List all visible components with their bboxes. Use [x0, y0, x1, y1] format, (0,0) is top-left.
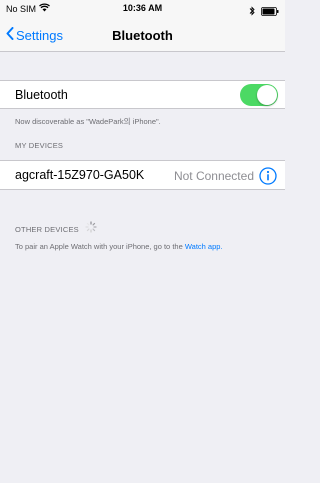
my-devices-header: MY DEVICES	[15, 141, 64, 150]
bluetooth-label: Bluetooth	[15, 88, 68, 102]
page-title: Bluetooth	[112, 28, 173, 43]
navigation-bar: Settings Bluetooth	[0, 18, 285, 52]
loading-spinner-icon	[85, 220, 97, 238]
discoverable-text: Now discoverable as "WadePark의 iPhone".	[15, 117, 161, 126]
device-row[interactable]: agcraft-15Z970-GA50K Not Connected	[0, 160, 285, 190]
toggle-knob	[257, 85, 277, 105]
device-name: agcraft-15Z970-GA50K	[15, 168, 145, 182]
other-devices-header: OTHER DEVICES	[15, 224, 79, 234]
info-icon[interactable]	[259, 167, 277, 190]
watch-app-link[interactable]: Watch app.	[185, 242, 223, 251]
pair-watch-text: To pair an Apple Watch with your iPhone,…	[15, 242, 273, 252]
status-bar: No SIM 10:36 AM	[0, 0, 285, 18]
device-status: Not Connected	[173, 169, 254, 183]
status-time: 10:36 AM	[122, 3, 163, 13]
bluetooth-toggle[interactable]	[240, 84, 278, 106]
other-devices-header-row: OTHER DEVICES	[15, 220, 97, 238]
bluetooth-cell: Bluetooth	[0, 80, 285, 109]
pair-watch-description: To pair an Apple Watch with your iPhone,…	[15, 242, 183, 251]
